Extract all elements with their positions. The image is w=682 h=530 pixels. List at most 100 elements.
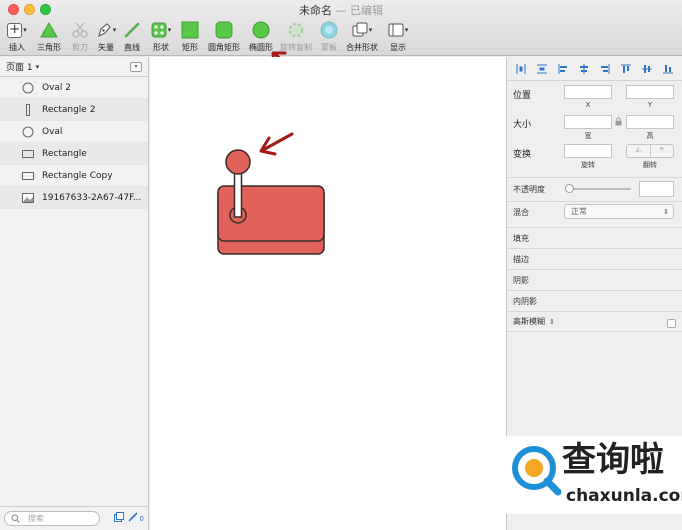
chevron-down-icon: ▾	[368, 26, 373, 34]
blur-label: 高斯模糊	[513, 317, 545, 326]
watermark-logo: 查询啦 chaxunla.com	[506, 436, 682, 514]
rectangle-icon	[181, 21, 199, 39]
align-bottom-icon[interactable]	[662, 64, 673, 74]
position-x-input[interactable]	[564, 85, 612, 99]
layers-footer: 搜索 0	[0, 506, 148, 530]
inner-shadow-label: 内阴影	[513, 296, 537, 306]
watermark-url: chaxunla.com	[566, 486, 682, 506]
flip-horizontal-icon[interactable]: ◭	[627, 145, 651, 157]
y-caption: Y	[647, 101, 653, 109]
rounded-rectangle-label: 圆角矩形	[208, 43, 240, 52]
search-icon	[11, 514, 20, 523]
annotation-arrow-icon	[259, 132, 294, 156]
align-center-icon[interactable]	[579, 63, 589, 74]
oval-icon	[22, 82, 34, 94]
plus-icon: +	[7, 22, 23, 38]
chevron-down-icon: ▾	[23, 26, 27, 34]
canvas-artwork	[217, 132, 325, 255]
fill-label: 填充	[513, 233, 529, 243]
blend-mode-value: 正常	[571, 207, 587, 216]
layer-label: Oval	[42, 126, 63, 137]
align-right-icon[interactable]	[600, 63, 610, 74]
align-top-icon[interactable]	[620, 64, 631, 74]
blend-mode-select[interactable]: 正常 ⇕	[564, 204, 674, 219]
layer-item-image[interactable]: 19167633-2A67-47F...	[0, 187, 148, 209]
lock-icon[interactable]	[615, 117, 622, 129]
layer-item-oval-2[interactable]: Oval 2	[0, 77, 148, 99]
rounded-rectangle-icon	[215, 21, 233, 39]
flip-buttons: ◭ ⬘	[626, 144, 674, 158]
display-button[interactable]: ▾ 显示	[377, 20, 419, 53]
layer-label: 19167633-2A67-47F...	[42, 192, 142, 203]
position-y-input[interactable]	[626, 85, 674, 99]
layer-label: Oval 2	[42, 82, 72, 93]
toggle-pages-button[interactable]: ▾	[130, 61, 142, 72]
shapes-icon	[151, 22, 167, 38]
layers-panel: 页面 1 ▾ ▾ Oval 2 Rectangle 2 Oval Rectang…	[0, 57, 149, 530]
align-left-icon[interactable]	[558, 63, 568, 74]
shadow-label: 阴影	[513, 275, 529, 285]
image-icon	[22, 192, 34, 204]
blur-section[interactable]: 高斯模糊 ⇕	[507, 311, 682, 332]
distribute-vertical-icon[interactable]	[537, 64, 548, 74]
opacity-label: 不透明度	[513, 185, 545, 194]
oval-icon	[22, 126, 34, 138]
pen-icon	[97, 23, 111, 38]
document-edited-status: — 已编辑	[335, 4, 384, 17]
union-icon	[352, 22, 368, 37]
shadow-section[interactable]: 阴影	[507, 269, 682, 290]
window-title: 未命名 — 已编辑	[0, 2, 682, 18]
border-label: 描边	[513, 254, 529, 264]
layer-item-rectangle-2[interactable]: Rectangle 2	[0, 99, 148, 121]
search-placeholder: 搜索	[28, 514, 44, 523]
watermark-magnifier-icon	[512, 446, 562, 496]
page-selector[interactable]: 页面 1 ▾ ▾	[0, 57, 148, 77]
document-name: 未命名	[299, 4, 332, 17]
watermark-text: 查询啦	[562, 440, 664, 480]
page-selector-label: 页面 1	[6, 63, 33, 73]
edit-icon[interactable]	[127, 512, 138, 525]
export-count: 0	[139, 514, 144, 523]
width-caption: 宽	[584, 132, 592, 140]
opacity-input[interactable]	[639, 181, 674, 197]
rounded-rectangle-button[interactable]: 圆角矩形	[203, 20, 245, 53]
flip-vertical-icon[interactable]: ⬘	[651, 145, 674, 157]
opacity-slider-track[interactable]	[567, 188, 631, 190]
chevron-down-icon: ▾	[35, 62, 40, 71]
title-toolbar: 未命名 — 已编辑 + ▾ 插入 三角形 剪刀 ▾ 矢量 直线 ▾ 形状 矩形 …	[0, 0, 682, 79]
layer-label: Rectangle Copy	[42, 170, 113, 181]
blur-enable-checkbox[interactable]	[667, 319, 676, 328]
stick-knob	[225, 149, 251, 175]
layer-item-rectangle-copy[interactable]: Rectangle Copy	[0, 165, 148, 187]
opacity-slider-thumb[interactable]	[565, 184, 574, 193]
width-input[interactable]	[564, 115, 612, 129]
layer-search-input[interactable]: 搜索	[4, 511, 100, 526]
rotate-input[interactable]	[564, 144, 612, 158]
size-label: 大小	[513, 120, 532, 130]
height-input[interactable]	[626, 115, 674, 129]
layer-label: Rectangle 2	[42, 104, 96, 115]
triangle-icon	[40, 22, 58, 38]
blend-label: 混合	[513, 208, 529, 217]
chevron-updown-icon[interactable]: ⇕	[549, 318, 555, 326]
rect-vertical-icon	[22, 103, 34, 116]
chevron-down-icon: ▾	[404, 26, 409, 34]
layer-item-rectangle[interactable]: Rectangle	[0, 143, 148, 165]
gear-icon	[288, 22, 304, 38]
x-caption: X	[585, 101, 591, 109]
rect-icon	[22, 148, 34, 160]
distribute-horizontal-icon[interactable]	[516, 63, 526, 74]
align-middle-icon[interactable]	[641, 64, 652, 74]
mask-icon	[320, 21, 338, 39]
layer-label: Rectangle	[42, 148, 87, 159]
border-section[interactable]: 描边	[507, 248, 682, 269]
fill-section[interactable]: 填充	[507, 227, 682, 248]
height-caption: 高	[646, 132, 654, 140]
inner-shadow-section[interactable]: 内阴影	[507, 290, 682, 311]
transform-label: 变换	[513, 150, 532, 160]
alignment-toolbar	[507, 57, 682, 81]
oval-icon	[252, 21, 270, 39]
layer-item-oval[interactable]: Oval	[0, 121, 148, 143]
copy-icon[interactable]	[113, 512, 124, 525]
design-canvas[interactable]	[150, 57, 506, 530]
